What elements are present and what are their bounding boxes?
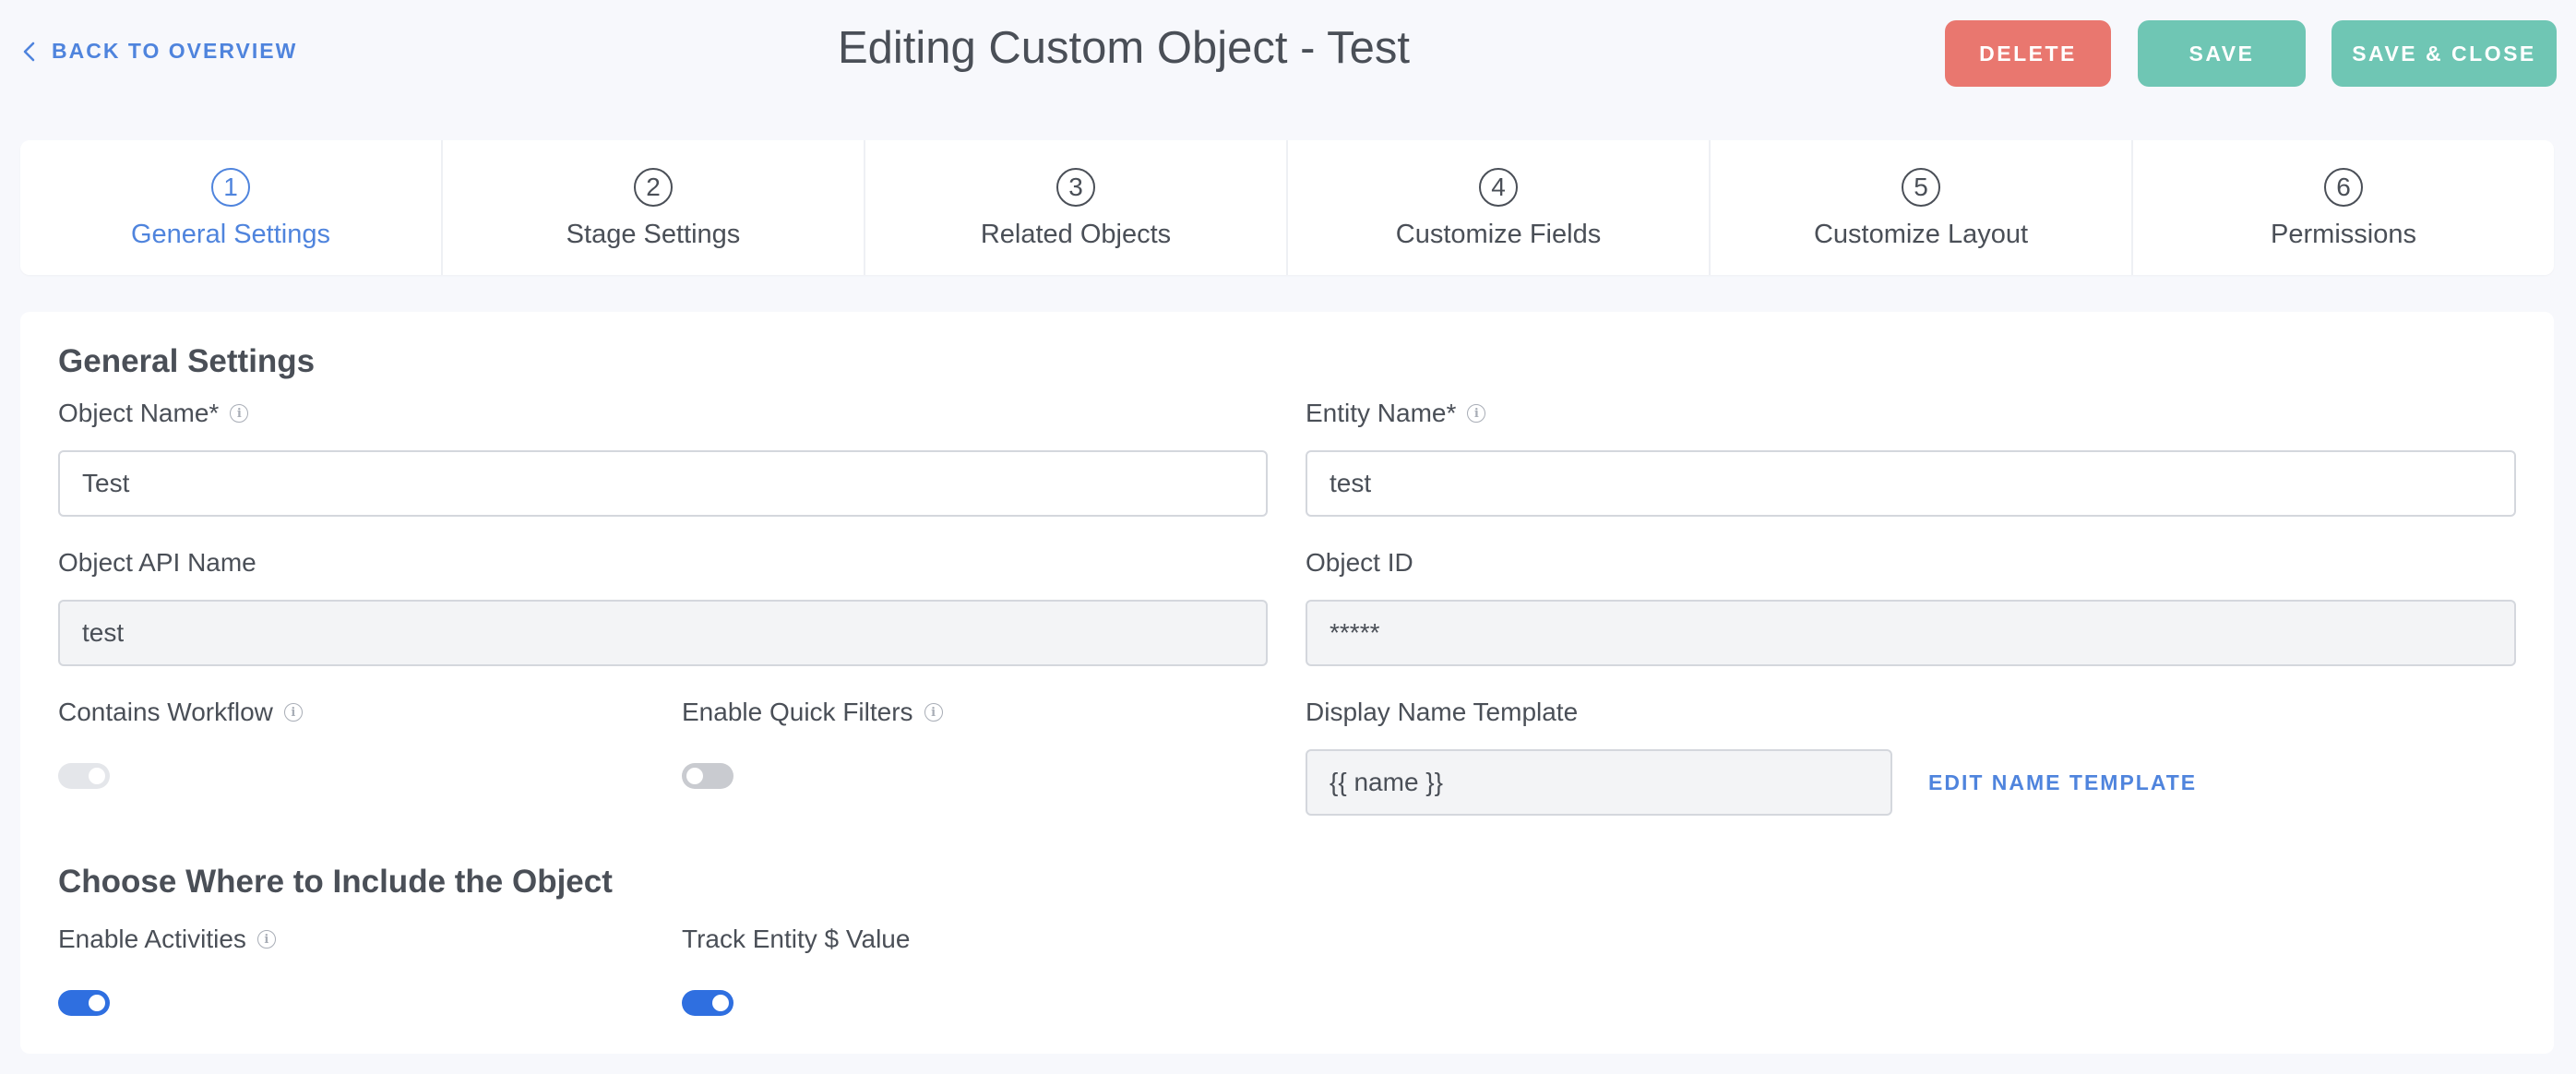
step-related-objects[interactable]: 3 Related Objects [864,140,1286,275]
info-icon[interactable]: i [1467,404,1486,423]
toggle-knob [712,995,729,1011]
info-icon[interactable]: i [230,404,249,423]
object-id-input [1306,600,2516,666]
entity-name-label-text: Entity Name* [1306,399,1457,427]
enable-activities-label-text: Enable Activities [58,925,246,953]
page-title: Editing Custom Object - Test [837,23,1410,73]
api-name-input [58,600,1268,666]
save-and-close-button[interactable]: SAVE & CLOSE [2332,20,2557,87]
enable-activities-toggle[interactable] [58,990,110,1016]
step-number-badge: 6 [2324,168,2363,207]
toggle-knob [89,995,105,1011]
step-label: General Settings [130,220,330,249]
quick-filters-toggle[interactable] [682,763,733,789]
delete-button[interactable]: DELETE [1945,20,2111,87]
object-id-label-text: Object ID [1306,548,1413,577]
quick-filters-label-text: Enable Quick Filters [682,698,913,726]
step-label: Related Objects [980,220,1172,249]
track-value-toggle[interactable] [682,990,733,1016]
track-value-label: Track Entity $ Value [682,925,910,954]
object-name-input[interactable] [58,450,1268,517]
step-number-badge: 2 [634,168,673,207]
general-settings-heading: General Settings [58,343,316,379]
api-name-label-text: Object API Name [58,548,256,577]
page-header: BACK TO OVERVIEW Editing Custom Object -… [0,0,2576,107]
wizard-stepper: 1 General Settings 2 Stage Settings 3 Re… [20,140,2554,275]
api-name-label: Object API Name [58,548,256,578]
step-label: Customize Fields [1395,220,1602,249]
object-id-label: Object ID [1306,548,1413,578]
toggle-knob [686,768,703,784]
contains-workflow-toggle[interactable] [58,763,110,789]
step-customize-layout[interactable]: 5 Customize Layout [1709,140,2131,275]
toggle-knob [89,768,105,784]
display-template-input [1306,749,1892,816]
step-number-badge: 3 [1056,168,1095,207]
step-stage-settings[interactable]: 2 Stage Settings [441,140,864,275]
quick-filters-label: Enable Quick Filters i [682,698,943,727]
display-template-label-text: Display Name Template [1306,698,1579,726]
step-number-badge: 5 [1902,168,1940,207]
step-customize-fields[interactable]: 4 Customize Fields [1286,140,1709,275]
step-number-badge: 1 [211,168,250,207]
general-settings-card: General Settings Object Name* i Entity N… [20,312,2554,1054]
step-label: Permissions [2271,220,2416,249]
enable-activities-label: Enable Activities i [58,925,276,954]
contains-workflow-label-text: Contains Workflow [58,698,273,726]
info-icon[interactable]: i [924,703,943,722]
display-template-label: Display Name Template [1306,698,1578,727]
save-button[interactable]: SAVE [2138,20,2306,87]
info-icon[interactable]: i [256,930,276,949]
step-label: Stage Settings [566,220,741,249]
object-name-label: Object Name* i [58,399,249,428]
edit-name-template-link[interactable]: EDIT NAME TEMPLATE [1928,770,2197,795]
step-permissions[interactable]: 6 Permissions [2131,140,2554,275]
object-name-label-text: Object Name* [58,399,220,427]
step-label: Customize Layout [1813,220,2029,249]
entity-name-label: Entity Name* i [1306,399,1486,428]
track-value-label-text: Track Entity $ Value [682,925,911,953]
step-general-settings[interactable]: 1 General Settings [20,140,441,275]
info-icon[interactable]: i [283,703,303,722]
entity-name-input[interactable] [1306,450,2516,517]
include-object-heading: Choose Where to Include the Object [58,864,613,900]
step-number-badge: 4 [1479,168,1518,207]
contains-workflow-label: Contains Workflow i [58,698,303,727]
